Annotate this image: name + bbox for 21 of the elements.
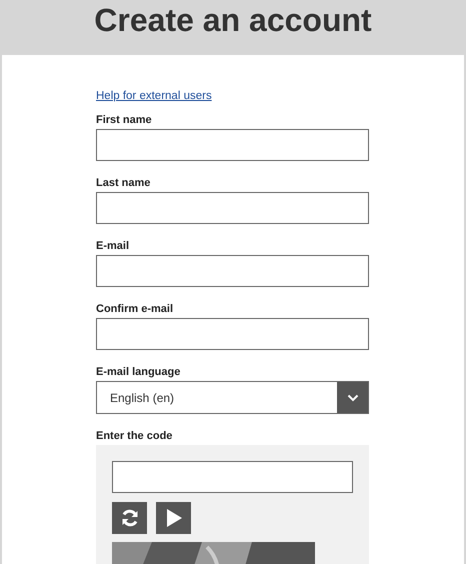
- input-field[interactable]: [96, 318, 369, 350]
- refresh-icon: [120, 508, 140, 528]
- chevron-down-icon: [346, 394, 358, 402]
- input-field[interactable]: [96, 255, 369, 287]
- code-input-field[interactable]: [112, 461, 353, 493]
- field-label: First name: [96, 114, 152, 126]
- language-dropdown[interactable]: English (en): [96, 381, 369, 414]
- page-title: Create an account: [94, 2, 372, 39]
- field-label: Enter the code: [96, 430, 172, 442]
- play-icon: [164, 508, 182, 528]
- input-field[interactable]: [96, 129, 369, 161]
- refresh-button[interactable]: [112, 502, 147, 534]
- input-field[interactable]: [96, 192, 369, 224]
- field-label: Confirm e-mail: [96, 303, 174, 315]
- dropdown-button[interactable]: [337, 382, 368, 413]
- dropdown-value: English (en): [109, 390, 176, 404]
- play-button[interactable]: [156, 502, 191, 534]
- help-link[interactable]: Help for external users: [96, 90, 212, 102]
- field-label: Last name: [96, 177, 150, 189]
- field-label: E-mail: [96, 240, 130, 252]
- field-label: E-mail language: [96, 366, 180, 378]
